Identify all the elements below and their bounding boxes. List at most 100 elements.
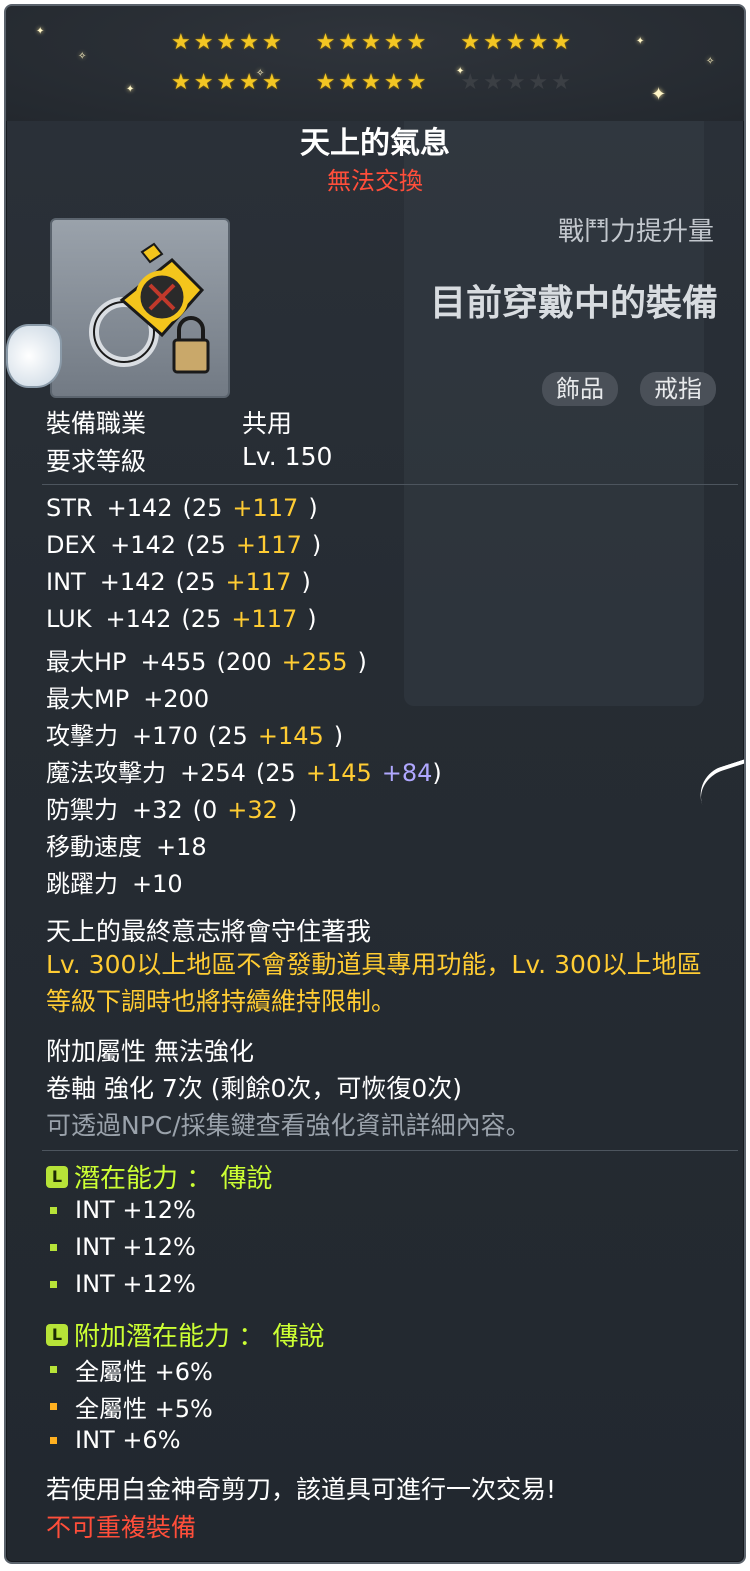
background-inventory-ghost [404, 106, 704, 706]
stat-row: DEX +142 (25 +117) [46, 531, 321, 559]
stat-bonus: +145 [305, 759, 372, 787]
stat-close: ) [311, 531, 322, 559]
stat-base: (25 [255, 759, 296, 787]
stat-total: +10 [132, 870, 183, 898]
stat-close: ) [333, 722, 344, 750]
divider [42, 484, 738, 485]
stat-total: +142 [99, 568, 166, 596]
item-tooltip: ✦ ✧ ✦ ✦ ✦ ✧ ✧ ✦ ★ ★ ★ ★ ★ ★ ★ ★ ★ ★ ★ ★ ★ ★ ★ ★ ★ ★ ★ ★ ★ ★ ★… [4, 4, 746, 1564]
stat-name: 移動速度 [46, 833, 142, 861]
stat-row: 跳躍力 +10 [46, 864, 213, 899]
stat-base: (25 [207, 722, 248, 750]
stat-name: DEX [46, 531, 97, 559]
stat-base: (25 [182, 494, 223, 522]
star-filled-icon: ★ [338, 30, 359, 55]
star-filled-icon: ★ [505, 30, 526, 55]
type-tag: 戒指 [640, 372, 716, 406]
stat-name: 最大HP [46, 648, 127, 676]
potential-line: 全屬性 +6% [50, 1352, 213, 1387]
gold-ring-lock-icon [89, 242, 210, 374]
stat-bonus: +117 [225, 568, 292, 596]
star-filled-icon: ★ [315, 70, 336, 95]
stat-row: LUK +142 (25 +117) [46, 605, 317, 633]
stat-total: +142 [110, 531, 177, 559]
bullet-icon [50, 1280, 57, 1288]
potential-line-text: 全屬性 +6% [75, 1358, 213, 1386]
star-filled-icon: ★ [261, 30, 282, 55]
sparkle-icon: ✦ [651, 84, 667, 105]
stat-row: INT +142 (25 +117) [46, 568, 311, 596]
potential-line-text: INT +12% [75, 1196, 196, 1224]
stat-bonus: +117 [232, 494, 299, 522]
star-filled-icon: ★ [239, 70, 259, 95]
stat-base: (25 [186, 531, 226, 559]
stat-total: +142 [106, 494, 173, 522]
star-filled-icon: ★ [193, 70, 214, 95]
potential-line-text: INT +6% [75, 1426, 181, 1454]
hand-cursor-icon [6, 324, 62, 388]
potential-title: 潛在能力 ： 傳說 [74, 1164, 273, 1194]
stat-row: 攻擊力 +170 (25 +145) [46, 716, 343, 751]
stat-total: +254 [180, 759, 246, 787]
item-name: 天上的氣息 [300, 126, 450, 161]
star-filled-icon: ★ [239, 30, 259, 55]
required-level-value: Lv. 150 [242, 442, 333, 471]
star-filled-icon: ★ [338, 70, 359, 95]
star-filled-icon: ★ [315, 30, 336, 55]
star-group: ★ ★ ★ ★ ★ [316, 32, 427, 54]
potential-line: INT +6% [50, 1426, 181, 1454]
combat-power-label: 戰鬥力提升量 [557, 217, 714, 247]
stat-close: ) [432, 759, 442, 787]
star-filled-icon: ★ [261, 70, 282, 95]
bullet-icon [50, 1206, 57, 1214]
level-restriction-warning: Lv. 300以上地區不會發動道具專用功能，Lv. 300以上地區等級下調時也將… [46, 950, 702, 1016]
stat-base: (25 [175, 568, 216, 596]
stat-close: ) [307, 605, 317, 633]
required-level-label: 要求等級 [46, 447, 147, 476]
stat-row: STR +142 (25 +117) [46, 494, 318, 522]
star-filled-icon: ★ [383, 30, 404, 55]
sparkle-icon: ✧ [706, 56, 715, 67]
additional-stat-note: 附加屬性 無法強化 [46, 1037, 254, 1066]
star-filled-icon: ★ [193, 30, 214, 55]
bullet-icon [50, 1436, 57, 1444]
legendary-badge-icon: L [46, 1323, 68, 1346]
scroll-enhance-count: 卷軸 強化 7次 (剩餘0次，可恢復0次) [46, 1074, 463, 1103]
star-empty-icon: ★ [483, 70, 503, 95]
unique-equip-note: 不可重複裝備 [46, 1513, 197, 1542]
star-empty-icon: ★ [528, 70, 549, 95]
stat-base: (200 [216, 648, 272, 676]
required-job-label: 裝備職業 [46, 409, 147, 438]
stat-row: 移動速度 +18 [46, 827, 237, 862]
star-empty-icon: ★ [460, 70, 481, 95]
star-filled-icon: ★ [361, 70, 381, 95]
star-group: ★ ★ ★ ★ ★ [171, 32, 282, 54]
star-filled-icon: ★ [171, 30, 191, 55]
divider [42, 1150, 738, 1151]
star-filled-icon: ★ [383, 70, 404, 95]
stat-row: 最大HP +455 (200 +255) [46, 642, 367, 677]
stat-row: 最大MP +200 [46, 679, 239, 714]
stat-total: +142 [105, 605, 172, 633]
stat-name: 防禦力 [46, 796, 118, 824]
stat-bonus: +117 [231, 605, 298, 633]
stat-name: 攻擊力 [46, 722, 118, 750]
star-row-top: ★ ★ ★ ★ ★ ★ ★ ★ ★ ★ ★ ★ ★ ★ ★ [171, 32, 571, 54]
stat-close: ) [287, 796, 298, 824]
flavor-text: 天上的最終意志將會守住著我 [46, 917, 372, 946]
stat-total: +170 [132, 722, 198, 750]
star-filled-icon: ★ [216, 70, 237, 95]
stat-name: 跳躍力 [46, 870, 118, 898]
stat-total: +18 [156, 833, 207, 861]
potential-line: INT +12% [50, 1270, 196, 1298]
trade-status: 無法交換 [327, 167, 423, 195]
additional-potential-header: L 附加潛在能力 ： 傳說 [46, 1316, 325, 1353]
sparkle-icon: ✦ [36, 26, 45, 37]
stat-base: (0 [192, 796, 218, 824]
stat-name: INT [46, 568, 86, 596]
potential-line-text: INT +12% [75, 1270, 196, 1298]
bullet-icon [50, 1243, 57, 1251]
combat-power-value: 目前穿戴中的裝備 [429, 283, 718, 324]
star-row-bottom: ★ ★ ★ ★ ★ ★ ★ ★ ★ ★ ★ ★ ★ ★ ★ [171, 72, 571, 94]
bullet-icon [50, 1403, 57, 1410]
